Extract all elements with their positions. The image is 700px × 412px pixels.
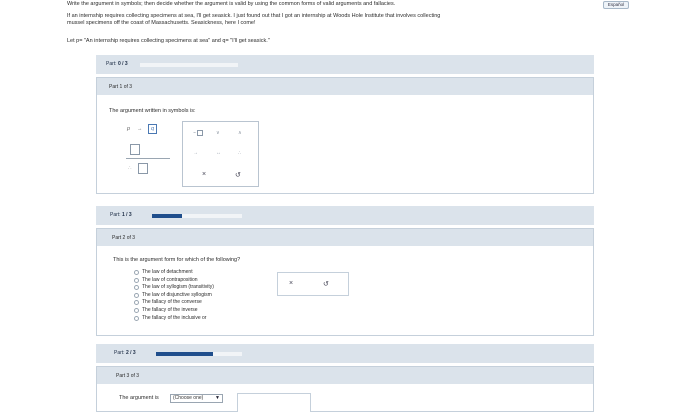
radio-option-label: The law of detachment [142, 269, 193, 275]
undo-icon[interactable]: ↺ [235, 171, 241, 179]
undo-icon[interactable]: ↺ [323, 280, 329, 288]
part2-progress-label: Part: 1 / 3 [110, 212, 132, 218]
part3-progress-fill [156, 352, 214, 356]
clear-icon[interactable]: × [202, 171, 206, 178]
part3-header-bar: Part 3 of 3 [97, 367, 593, 384]
validity-select-value: (Choose one) [173, 395, 204, 401]
part3-header: Part 3 of 3 [116, 373, 140, 379]
palette-bicond-button[interactable]: ↔ [216, 150, 221, 156]
scenario-line-2: mussel specimens off the coast of Massac… [67, 20, 256, 26]
part2-prompt: This is the argument form for which of t… [113, 257, 241, 263]
radio-option-label: The law of disjunctive syllogism [142, 291, 212, 298]
premise-arrow: → [137, 126, 143, 132]
part1-progress-track [140, 63, 238, 67]
part2-panel: Part 2 of 3 This is the argument form fo… [96, 228, 594, 336]
part3-progress-label: Part: 2 / 3 [114, 350, 136, 356]
therefore-symbol: ∴ [128, 166, 132, 172]
radio-button[interactable] [134, 270, 139, 275]
part3-action-panel [237, 393, 311, 412]
palette-arrow-button[interactable]: → [193, 150, 198, 156]
part2-progress-track [152, 214, 242, 218]
radio-button[interactable] [134, 308, 139, 313]
radio-button[interactable] [134, 315, 139, 321]
part3-panel: Part 3 of 3 The argument is (Choose one)… [96, 366, 594, 412]
part1-panel: Part 1 of 3 The argument written in symb… [96, 77, 594, 194]
premise-q: q [151, 126, 155, 132]
validity-select[interactable]: (Choose one) ▼ [170, 394, 223, 403]
part1-header: Part 1 of 3 [109, 84, 133, 90]
palette-and-button[interactable]: ∧ [238, 130, 242, 136]
radio-button[interactable] [134, 277, 139, 283]
palette-therefore-button[interactable]: ∴ [238, 150, 241, 156]
part2-progress-bar-container: Part: 1 / 3 [96, 206, 594, 225]
part2-action-panel: × ↺ [277, 272, 349, 296]
second-premise-input[interactable] [130, 144, 140, 155]
part1-prompt: The argument written in symbols is: [109, 108, 196, 114]
premise-p: p [127, 126, 131, 132]
palette-or-button[interactable]: ∨ [216, 130, 220, 136]
instructions-text: Write the argument in symbols; then deci… [67, 1, 396, 7]
radio-option-label: The law of contraposition [142, 276, 198, 283]
radio-option-label: The fallacy of the inverse [142, 307, 198, 313]
part3-progress-track [156, 352, 242, 356]
radio-option-label: The fallacy of the converse [142, 299, 202, 306]
argument-divider [126, 158, 170, 159]
radio-button[interactable] [134, 300, 139, 306]
part3-prompt: The argument is [119, 395, 159, 401]
radio-option-label: The law of syllogism (transitivity) [142, 284, 214, 291]
part3-progress-bar-container: Part: 2 / 3 [96, 344, 594, 363]
clear-icon[interactable]: × [289, 280, 293, 287]
premise-q-box[interactable]: q [148, 124, 157, 134]
definitions-text: Let p= "An internship requires collectin… [67, 38, 270, 44]
palette-not-button[interactable]: ~ [193, 130, 203, 136]
part2-header-bar: Part 2 of 3 [97, 229, 593, 246]
radio-button[interactable] [134, 292, 139, 298]
conclusion-input[interactable] [138, 163, 148, 174]
part1-header-bar: Part 1 of 3 [97, 78, 593, 95]
argument-form-options: The law of detachment The law of contrapo… [134, 269, 284, 329]
scenario-line-1: If an internship requires collecting spe… [67, 13, 441, 19]
part1-progress-bar-container: Part: 0 / 3 [96, 55, 594, 74]
part1-progress-label: Part: 0 / 3 [106, 61, 128, 67]
radio-button[interactable] [134, 285, 139, 291]
part2-header: Part 2 of 3 [112, 235, 136, 241]
symbol-palette: ~ ∨ ∧ → ↔ ∴ × ↺ [182, 121, 259, 187]
language-button[interactable]: Español [603, 1, 629, 9]
chevron-down-icon: ▼ [215, 395, 220, 401]
radio-option-label: The fallacy of the inclusive or [142, 314, 207, 321]
part2-progress-fill [152, 214, 182, 218]
